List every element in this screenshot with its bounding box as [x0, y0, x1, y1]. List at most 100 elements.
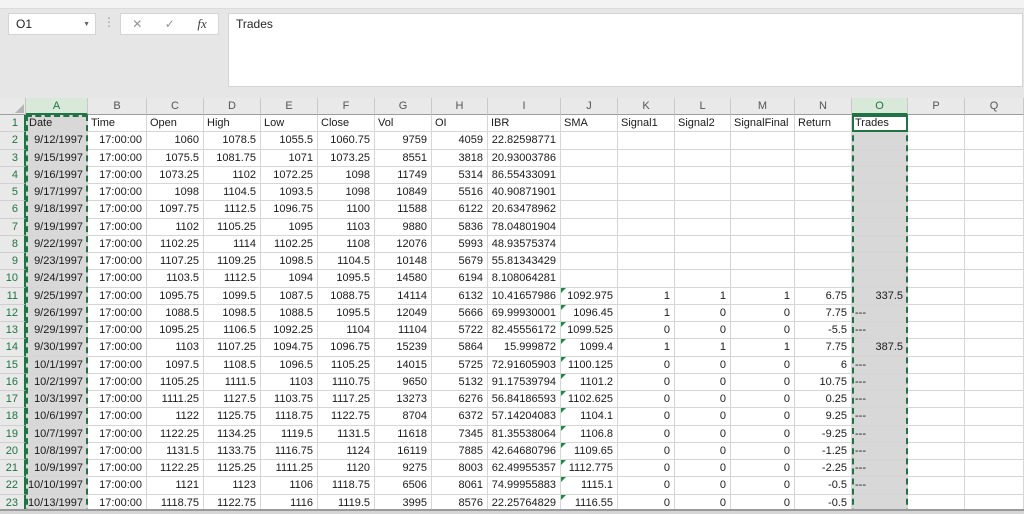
cell-C9[interactable]: 1107.25: [147, 253, 204, 270]
cell-L17[interactable]: 0: [675, 391, 731, 408]
cell-J19[interactable]: 1106.8: [561, 426, 618, 443]
cell-D9[interactable]: 1109.25: [204, 253, 261, 270]
cell-M10[interactable]: [731, 270, 795, 287]
cell-J22[interactable]: 1115.1: [561, 477, 618, 494]
cell-H21[interactable]: 8003: [432, 460, 488, 477]
cell-Q22[interactable]: [965, 477, 1024, 494]
cell-I20[interactable]: 42.64680796: [488, 443, 561, 460]
cell-K7[interactable]: [618, 219, 675, 236]
cell-M13[interactable]: 0: [731, 322, 795, 339]
cell-D14[interactable]: 1107.25: [204, 339, 261, 356]
cell-F19[interactable]: 1131.5: [318, 426, 375, 443]
cell-N12[interactable]: 7.75: [795, 305, 852, 322]
cell-A15[interactable]: 10/1/1997: [26, 357, 88, 374]
cell-N10[interactable]: [795, 270, 852, 287]
cell-I22[interactable]: 74.99955883: [488, 477, 561, 494]
cell-Q21[interactable]: [965, 460, 1024, 477]
row-header-13[interactable]: 13: [0, 322, 26, 339]
cell-A10[interactable]: 9/24/1997: [26, 270, 88, 287]
column-header-N[interactable]: N: [795, 98, 852, 115]
cell-Q4[interactable]: [965, 167, 1024, 184]
cell-E10[interactable]: 1094: [261, 270, 318, 287]
cell-I5[interactable]: 40.90871901: [488, 184, 561, 201]
cell-D12[interactable]: 1098.5: [204, 305, 261, 322]
cell-C11[interactable]: 1095.75: [147, 288, 204, 305]
column-header-D[interactable]: D: [204, 98, 261, 115]
cell-C12[interactable]: 1088.5: [147, 305, 204, 322]
cell-Q16[interactable]: [965, 374, 1024, 391]
cell-J3[interactable]: [561, 150, 618, 167]
cell-Q3[interactable]: [965, 150, 1024, 167]
cell-L11[interactable]: 1: [675, 288, 731, 305]
cell-O17[interactable]: ---: [852, 391, 908, 408]
cell-I15[interactable]: 72.91605903: [488, 357, 561, 374]
cell-E12[interactable]: 1088.5: [261, 305, 318, 322]
cancel-icon[interactable]: ✕: [132, 17, 142, 31]
cell-Q10[interactable]: [965, 270, 1024, 287]
cell-A14[interactable]: 9/30/1997: [26, 339, 88, 356]
cell-N20[interactable]: -1.25: [795, 443, 852, 460]
cell-Q6[interactable]: [965, 201, 1024, 218]
cell-H20[interactable]: 7885: [432, 443, 488, 460]
cell-E2[interactable]: 1055.5: [261, 132, 318, 149]
cell-O14[interactable]: 387.5: [852, 339, 908, 356]
cell-D3[interactable]: 1081.75: [204, 150, 261, 167]
cell-B7[interactable]: 17:00:00: [88, 219, 147, 236]
cell-H14[interactable]: 5864: [432, 339, 488, 356]
cell-B17[interactable]: 17:00:00: [88, 391, 147, 408]
cell-M7[interactable]: [731, 219, 795, 236]
cell-B4[interactable]: 17:00:00: [88, 167, 147, 184]
cell-O4[interactable]: [852, 167, 908, 184]
row-header-15[interactable]: 15: [0, 357, 26, 374]
row-header-10[interactable]: 10: [0, 270, 26, 287]
cell-F2[interactable]: 1060.75: [318, 132, 375, 149]
cell-G8[interactable]: 12076: [375, 236, 432, 253]
cell-C22[interactable]: 1121: [147, 477, 204, 494]
cell-P11[interactable]: [908, 288, 965, 305]
cell-D13[interactable]: 1106.5: [204, 322, 261, 339]
row-header-8[interactable]: 8: [0, 236, 26, 253]
column-header-K[interactable]: K: [618, 98, 675, 115]
cell-M19[interactable]: 0: [731, 426, 795, 443]
cell-G1[interactable]: Vol: [375, 115, 432, 132]
cell-E9[interactable]: 1098.5: [261, 253, 318, 270]
cell-B22[interactable]: 17:00:00: [88, 477, 147, 494]
cell-D1[interactable]: High: [204, 115, 261, 132]
cell-E20[interactable]: 1116.75: [261, 443, 318, 460]
cell-K8[interactable]: [618, 236, 675, 253]
cell-C14[interactable]: 1103: [147, 339, 204, 356]
cell-L6[interactable]: [675, 201, 731, 218]
cell-N16[interactable]: 10.75: [795, 374, 852, 391]
cell-J11[interactable]: 1092.975: [561, 288, 618, 305]
cell-N22[interactable]: -0.5: [795, 477, 852, 494]
cell-F6[interactable]: 1100: [318, 201, 375, 218]
cell-C7[interactable]: 1102: [147, 219, 204, 236]
cell-M11[interactable]: 1: [731, 288, 795, 305]
cell-O5[interactable]: [852, 184, 908, 201]
cell-K14[interactable]: 1: [618, 339, 675, 356]
cell-G2[interactable]: 9759: [375, 132, 432, 149]
row-header-9[interactable]: 9: [0, 253, 26, 270]
row-header-1[interactable]: 1: [0, 115, 26, 132]
column-header-G[interactable]: G: [375, 98, 432, 115]
cell-P5[interactable]: [908, 184, 965, 201]
cell-Q1[interactable]: [965, 115, 1024, 132]
cell-N18[interactable]: 9.25: [795, 408, 852, 425]
cell-A1[interactable]: Date: [26, 115, 88, 132]
cell-J15[interactable]: 1100.125: [561, 357, 618, 374]
cell-L7[interactable]: [675, 219, 731, 236]
cell-J8[interactable]: [561, 236, 618, 253]
cell-M2[interactable]: [731, 132, 795, 149]
cell-H12[interactable]: 5666: [432, 305, 488, 322]
cell-G20[interactable]: 16119: [375, 443, 432, 460]
cell-A21[interactable]: 10/9/1997: [26, 460, 88, 477]
cell-K6[interactable]: [618, 201, 675, 218]
column-header-Q[interactable]: Q: [965, 98, 1024, 115]
cell-K20[interactable]: 0: [618, 443, 675, 460]
cell-D16[interactable]: 1111.5: [204, 374, 261, 391]
cell-I3[interactable]: 20.93003786: [488, 150, 561, 167]
cell-O12[interactable]: ---: [852, 305, 908, 322]
row-header-20[interactable]: 20: [0, 443, 26, 460]
cell-H6[interactable]: 6122: [432, 201, 488, 218]
cell-M22[interactable]: 0: [731, 477, 795, 494]
